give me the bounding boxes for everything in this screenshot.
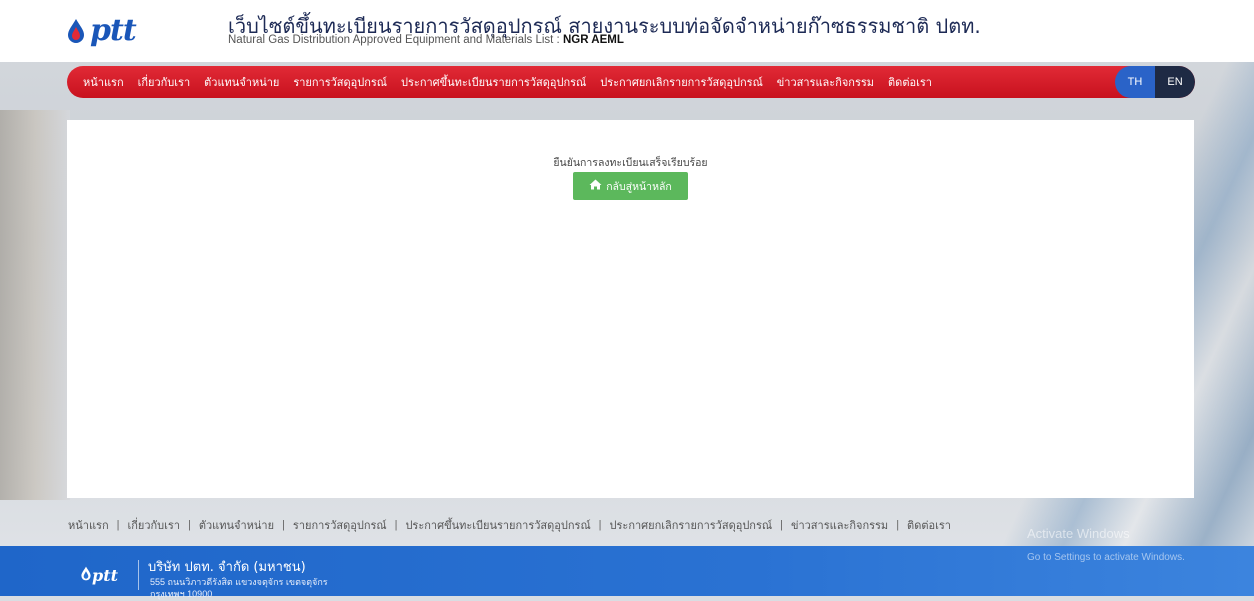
- company-address-line2: กรุงเทพฯ 10900: [150, 589, 213, 599]
- footer-nav: หน้าแรก | เกี่ยวกับเรา | ตัวแทนจำหน่าย |…: [68, 517, 951, 533]
- site-title-en-prefix: Natural Gas Distribution Approved Equipm…: [228, 34, 563, 46]
- nav-item-registration-announcements[interactable]: ประกาศขึ้นทะเบียนรายการวัสดุอุปกรณ์: [394, 73, 593, 91]
- footer-divider: [138, 560, 139, 590]
- ptt-logo[interactable]: ptt: [66, 13, 137, 48]
- footer-link-cancellation-announcements[interactable]: ประกาศยกเลิกรายการวัสดุอุปกรณ์: [610, 516, 773, 534]
- footer-link-news[interactable]: ข่าวสารและกิจกรรม: [791, 516, 888, 534]
- logo-text: ptt: [90, 13, 137, 48]
- footer-logo-text: ptt: [92, 565, 118, 585]
- background-photo: [0, 110, 70, 500]
- content-panel: ยืนยันการลงทะเบียนเสร็จเรียบร้อย กลับสู่…: [67, 120, 1194, 498]
- nav-item-news[interactable]: ข่าวสารและกิจกรรม: [770, 73, 881, 91]
- activate-windows-hint: Go to Settings to activate Windows.: [1027, 552, 1185, 563]
- nav-item-dealers[interactable]: ตัวแทนจำหน่าย: [197, 73, 286, 91]
- nav-item-contact[interactable]: ติดต่อเรา: [881, 73, 939, 91]
- back-to-home-label: กลับสู่หน้าหลัก: [606, 180, 672, 193]
- home-icon: [589, 179, 602, 193]
- gas-drop-icon: [66, 18, 86, 44]
- main-navbar: หน้าแรก เกี่ยวกับเรา ตัวแทนจำหน่าย รายกา…: [67, 66, 1195, 98]
- footer-separator: |: [282, 519, 285, 531]
- footer-link-dealers[interactable]: ตัวแทนจำหน่าย: [199, 516, 274, 534]
- nav-item-equipment-list[interactable]: รายการวัสดุอุปกรณ์: [286, 73, 394, 91]
- footer-link-home[interactable]: หน้าแรก: [68, 516, 109, 534]
- footer-link-contact[interactable]: ติดต่อเรา: [907, 516, 951, 534]
- footer-gas-drop-icon: [80, 566, 92, 585]
- nav-item-cancellation-announcements[interactable]: ประกาศยกเลิกรายการวัสดุอุปกรณ์: [593, 73, 770, 91]
- footer-separator: |: [780, 519, 783, 531]
- footer-link-about[interactable]: เกี่ยวกับเรา: [127, 516, 180, 534]
- nav-item-home[interactable]: หน้าแรก: [67, 73, 131, 91]
- language-switcher: TH EN: [1115, 66, 1195, 98]
- footer-separator: |: [896, 519, 900, 531]
- site-title-en-code: NGR AEML: [562, 34, 624, 46]
- activate-windows-title: Activate Windows: [1027, 526, 1130, 541]
- footer-link-registration-announcements[interactable]: ประกาศขึ้นทะเบียนรายการวัสดุอุปกรณ์: [405, 516, 590, 534]
- registration-confirm-message: ยืนยันการลงทะเบียนเสร็จเรียบร้อย: [553, 157, 708, 169]
- nav-item-about[interactable]: เกี่ยวกับเรา: [131, 73, 198, 91]
- lang-th-button[interactable]: TH: [1115, 66, 1155, 98]
- footer-separator: |: [394, 519, 398, 531]
- back-to-home-button[interactable]: กลับสู่หน้าหลัก: [573, 172, 688, 200]
- footer-separator: |: [116, 519, 120, 531]
- company-name: บริษัท ปตท. จำกัด (มหาชน): [148, 560, 306, 575]
- footer-separator: |: [188, 519, 191, 531]
- site-header: ptt เว็บไซต์ขึ้นทะเบียนรายการวัสดุอุปกรณ…: [0, 0, 1254, 62]
- footer-separator: |: [598, 519, 602, 531]
- footer-link-equipment-list[interactable]: รายการวัสดุอุปกรณ์: [293, 516, 387, 534]
- lang-en-button[interactable]: EN: [1155, 66, 1195, 98]
- footer-ptt-logo: ptt: [80, 566, 118, 585]
- site-title-en: Natural Gas Distribution Approved Equipm…: [228, 34, 624, 46]
